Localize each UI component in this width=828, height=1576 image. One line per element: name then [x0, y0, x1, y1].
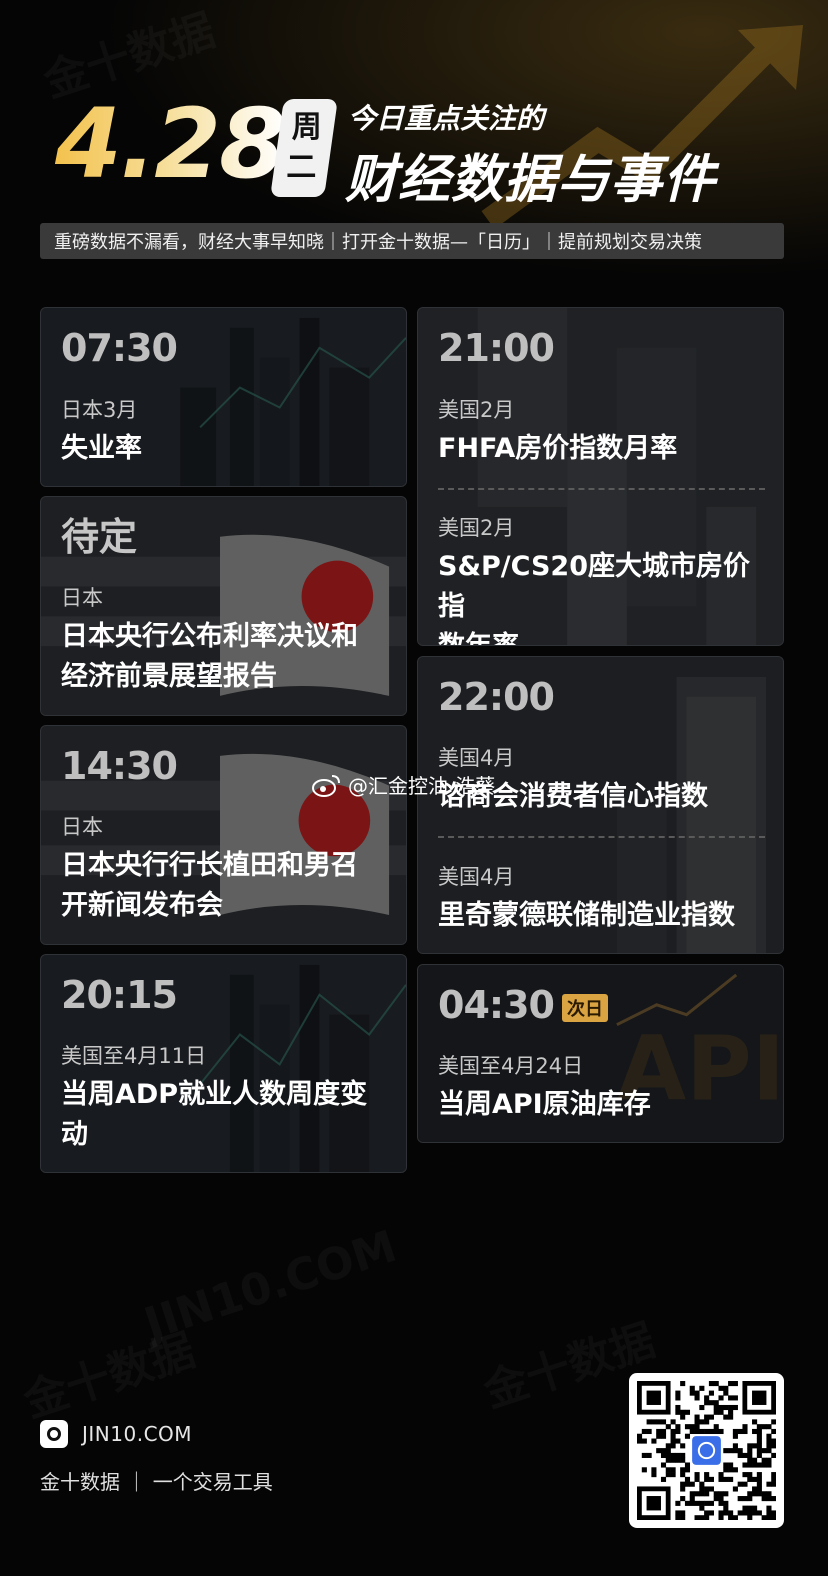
headline-small: 今日重点关注的 — [348, 102, 545, 135]
qr-code-icon[interactable] — [629, 1373, 784, 1528]
event-card[interactable]: 20:15 美国至4月11日 当周ADP就业人数周度变 动 — [40, 954, 407, 1173]
event-time: 22:00 — [438, 675, 555, 719]
subtitle-bar: 重磅数据不漏看，财经大事早知晓｜打开金十数据—「日历」｜提前规划交易决策 — [40, 223, 784, 259]
event-title: 日本央行行长植田和男召 开新闻发布会 — [61, 850, 358, 921]
weibo-icon — [312, 774, 340, 797]
event-card[interactable]: 待定 日本 日本央行公布利率决议和 经济前景展望报告 — [40, 496, 407, 716]
brand-url[interactable]: JIN10.COM — [82, 1422, 192, 1446]
page-header: 4.28 周 二 今日重点关注的 财经数据与事件 — [55, 89, 795, 210]
event-divider — [438, 836, 765, 838]
event-region: 日本3月 — [61, 398, 138, 422]
event-title: 当周ADP就业人数周度变 动 — [61, 1079, 368, 1150]
event-divider — [438, 488, 765, 490]
jin10-logo-icon — [40, 1420, 68, 1448]
event-card[interactable]: 21:00 美国2月 FHFA房价指数月率 美国2月 S&P/CS20座大城市房… — [417, 307, 784, 646]
event-region: 美国2月 — [438, 516, 515, 540]
event-region: 美国至4月24日 — [438, 1054, 584, 1078]
event-region: 日本 — [61, 586, 103, 610]
event-card[interactable]: 14:30 日本 日本央行行长植田和男召 开新闻发布会 — [40, 725, 407, 945]
event-title: S&P/CS20座大城市房价指 数年率 — [438, 551, 750, 645]
event-title: 里奇蒙德联储制造业指数 — [438, 900, 735, 931]
event-title: 日本央行公布利率决议和 经济前景展望报告 — [61, 621, 358, 692]
event-card[interactable]: 22:00 美国4月 谘商会消费者信心指数 美国4月 里奇蒙德联储制造业指数 — [417, 656, 784, 954]
event-card[interactable]: API 04:30次日 美国至4月24日 当周API原油库存 — [417, 964, 784, 1143]
event-time: 待定 — [61, 515, 138, 559]
next-day-badge: 次日 — [561, 993, 608, 1022]
bg-watermark: 金十数据 — [14, 1314, 201, 1429]
event-region: 美国至4月11日 — [61, 1044, 207, 1068]
subtitle-text: 重磅数据不漏看，财经大事早知晓｜打开金十数据—「日历」｜提前规划交易决策 — [54, 232, 702, 253]
qr-logo-icon — [692, 1436, 721, 1465]
weibo-watermark: @汇金控油-浩葵 — [312, 770, 495, 799]
event-title: 当周API原油库存 — [438, 1089, 651, 1120]
event-title: FHFA房价指数月率 — [438, 433, 678, 464]
event-time: 20:15 — [61, 973, 178, 1017]
event-card[interactable]: 07:30 日本3月 失业率 — [40, 307, 407, 487]
event-time: 21:00 — [438, 326, 555, 370]
event-time: 07:30 — [61, 326, 178, 370]
event-title: 失业率 — [61, 433, 142, 464]
event-region: 美国2月 — [438, 398, 515, 422]
brand: JIN10.COM — [40, 1420, 192, 1448]
event-region: 美国4月 — [438, 865, 515, 889]
event-region: 日本 — [61, 815, 103, 839]
event-time: 04:30 — [438, 983, 555, 1027]
date-title: 4.28 — [55, 88, 286, 200]
qr-code-image — [637, 1381, 777, 1521]
event-region: 美国4月 — [438, 746, 515, 770]
brand-tagline: 金十数据 ｜ 一个交易工具 — [40, 1470, 273, 1494]
headline-big: 财经数据与事件 — [345, 150, 717, 210]
